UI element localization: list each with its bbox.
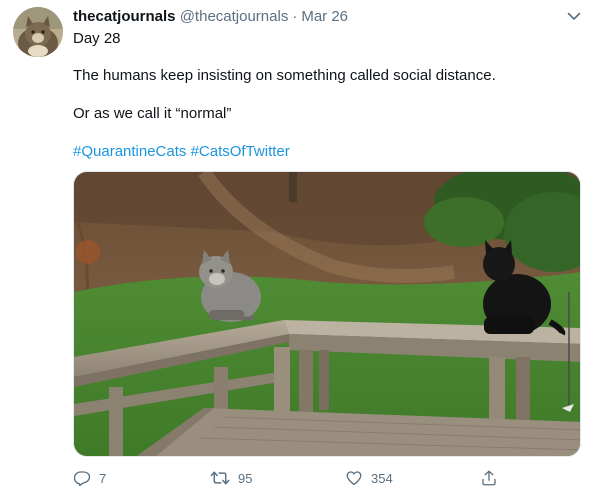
tweet: thecatjournals @thecatjournals · Mar 26 Da… bbox=[0, 0, 595, 496]
tweet-date[interactable]: Mar 26 bbox=[301, 8, 348, 25]
share-icon bbox=[482, 470, 496, 486]
share-button[interactable] bbox=[480, 466, 498, 490]
reply-count: 7 bbox=[99, 470, 107, 486]
tweet-text-line: Day 28 bbox=[73, 30, 121, 47]
chevron-down-icon bbox=[567, 12, 581, 20]
tweet-action-bar: 7 95 354 bbox=[73, 466, 513, 490]
tweet-menu-button[interactable] bbox=[564, 6, 584, 26]
hashtag-link[interactable]: #CatsOfTwitter bbox=[191, 143, 290, 160]
display-name[interactable]: thecatjournals bbox=[73, 8, 176, 25]
tweet-text-line: Or as we call it “normal” bbox=[73, 105, 232, 122]
heart-icon bbox=[346, 471, 362, 486]
retweet-icon bbox=[210, 471, 230, 485]
user-handle[interactable]: @thecatjournals bbox=[180, 8, 289, 25]
like-count: 354 bbox=[371, 470, 393, 486]
hashtag-line: #QuarantineCats #CatsOfTwitter bbox=[73, 142, 290, 162]
tweet-text-line: The humans keep insisting on something c… bbox=[73, 67, 496, 84]
hashtag-link[interactable]: #QuarantineCats bbox=[73, 143, 186, 160]
cat-avatar-icon bbox=[13, 7, 63, 57]
separator-dot: · bbox=[292, 8, 298, 25]
like-button[interactable]: 354 bbox=[345, 466, 393, 490]
tweet-header: thecatjournals @thecatjournals · Mar 26 bbox=[73, 8, 348, 26]
reply-icon bbox=[73, 471, 91, 487]
tweet-photo[interactable] bbox=[73, 171, 581, 457]
avatar[interactable] bbox=[13, 7, 63, 57]
retweet-button[interactable]: 95 bbox=[210, 466, 252, 490]
reply-button[interactable]: 7 bbox=[73, 466, 106, 490]
retweet-count: 95 bbox=[238, 470, 253, 486]
cats-on-deck-photo bbox=[74, 172, 580, 456]
